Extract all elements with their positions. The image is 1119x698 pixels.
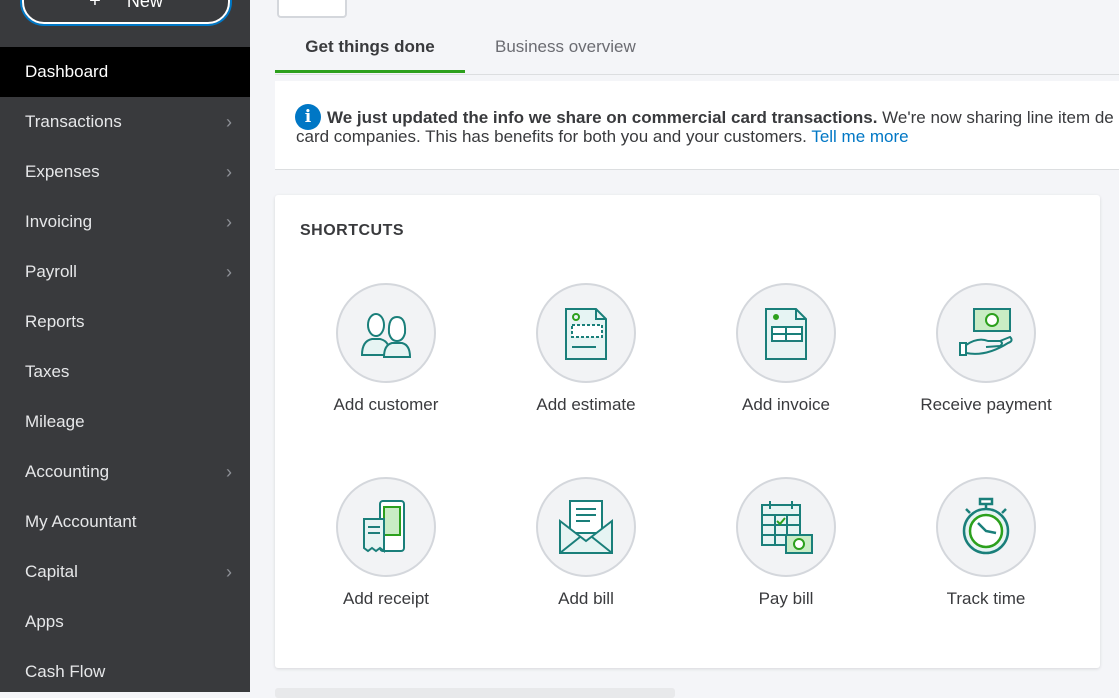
chevron-right-icon: › <box>226 162 232 182</box>
sidebar-item-invoicing[interactable]: Invoicing › <box>0 197 250 247</box>
add-invoice-shortcut[interactable]: Add invoice <box>706 283 866 415</box>
shortcut-label: Add bill <box>558 589 614 608</box>
add-estimate-shortcut[interactable]: Add estimate <box>506 283 666 415</box>
sidebar-item-label: Invoicing <box>25 212 93 231</box>
sidebar-item-label: My Accountant <box>25 512 137 531</box>
sidebar-item-label: Accounting <box>25 462 110 481</box>
add-invoice-icon <box>736 283 836 383</box>
sidebar-item-label: Taxes <box>25 362 70 381</box>
sidebar-item-label: Capital <box>25 562 78 581</box>
sidebar-item-capital[interactable]: Capital › <box>0 547 250 597</box>
track-time-shortcut[interactable]: Track time <box>906 477 1066 609</box>
add-estimate-icon <box>536 283 636 383</box>
pay-bill-shortcut[interactable]: Pay bill <box>706 477 866 609</box>
new-button[interactable]: + New <box>22 0 230 24</box>
sidebar-item-label: Mileage <box>25 412 85 431</box>
sidebar-item-reports[interactable]: Reports <box>0 297 250 347</box>
sidebar-item-mileage[interactable]: Mileage <box>0 397 250 447</box>
add-customer-shortcut[interactable]: Add customer <box>306 283 466 415</box>
sidebar-item-payroll[interactable]: Payroll › <box>0 247 250 297</box>
banner-text-1: We're now sharing line item de <box>877 108 1114 127</box>
next-panel-edge <box>275 688 675 698</box>
shortcuts-panel: SHORTCUTS Add customer Add estimate Add … <box>275 195 1100 668</box>
shortcuts-title: SHORTCUTS <box>300 222 405 239</box>
tab-business-overview[interactable]: Business overview <box>495 26 636 73</box>
sidebar-item-label: Payroll <box>25 262 77 281</box>
add-receipt-shortcut[interactable]: Add receipt <box>306 477 466 609</box>
sidebar-item-label: Reports <box>25 312 85 331</box>
shortcut-label: Add estimate <box>536 395 636 414</box>
add-bill-shortcut[interactable]: Add bill <box>506 477 666 609</box>
sidebar-item-my-accountant[interactable]: My Accountant <box>0 497 250 547</box>
banner-text-2: card companies. This has benefits for bo… <box>296 127 812 146</box>
shortcut-label: Add customer <box>333 395 439 414</box>
add-customer-icon <box>336 283 436 383</box>
sidebar-item-apps[interactable]: Apps <box>0 597 250 647</box>
sidebar: + New Dashboard Transactions › Expenses › I… <box>0 0 250 692</box>
sidebar-item-dashboard[interactable]: Dashboard <box>0 47 250 97</box>
sidebar-item-taxes[interactable]: Taxes <box>0 347 250 397</box>
sidebar-item-label: Cash Flow <box>25 662 106 681</box>
shortcut-label: Add receipt <box>343 589 429 608</box>
sidebar-item-label: Apps <box>25 612 64 631</box>
tell-me-more-link[interactable]: Tell me more <box>811 127 908 146</box>
receive-payment-icon <box>936 283 1036 383</box>
add-receipt-icon <box>336 477 436 577</box>
add-bill-icon <box>536 477 636 577</box>
shortcut-label: Track time <box>946 589 1026 608</box>
shortcut-label: Add invoice <box>742 395 830 414</box>
dashboard-tabs: Get things done Business overview <box>275 26 1119 75</box>
new-button-label: New <box>126 0 163 11</box>
sidebar-item-cash-flow[interactable]: Cash Flow <box>0 647 250 697</box>
chevron-right-icon: › <box>226 462 232 482</box>
banner-message: We just updated the info we share on com… <box>296 108 1119 146</box>
sidebar-nav: Dashboard Transactions › Expenses › Invoic… <box>0 47 250 697</box>
chevron-right-icon: › <box>226 112 232 132</box>
plus-icon: + <box>89 0 101 12</box>
chevron-right-icon: › <box>226 262 232 282</box>
sidebar-item-label: Transactions <box>25 112 122 131</box>
tab-get-things-done[interactable]: Get things done <box>275 26 465 73</box>
main-content: Get things done Business overview i We j… <box>250 0 1119 698</box>
track-time-icon <box>936 477 1036 577</box>
banner-bold-text: We just updated the info we share on com… <box>327 108 878 127</box>
sidebar-item-expenses[interactable]: Expenses › <box>0 147 250 197</box>
chevron-right-icon: › <box>226 562 232 582</box>
top-button[interactable] <box>277 0 347 18</box>
chevron-right-icon: › <box>226 212 232 232</box>
shortcut-label: Receive payment <box>920 395 1052 414</box>
sidebar-item-accounting[interactable]: Accounting › <box>0 447 250 497</box>
sidebar-item-label: Expenses <box>25 162 100 181</box>
receive-payment-shortcut[interactable]: Receive payment <box>906 283 1066 415</box>
pay-bill-icon <box>736 477 836 577</box>
shortcut-label: Pay bill <box>758 589 814 608</box>
sidebar-item-label: Dashboard <box>25 62 109 81</box>
info-banner: i We just updated the info we share on c… <box>275 81 1119 170</box>
sidebar-item-transactions[interactable]: Transactions › <box>0 97 250 147</box>
